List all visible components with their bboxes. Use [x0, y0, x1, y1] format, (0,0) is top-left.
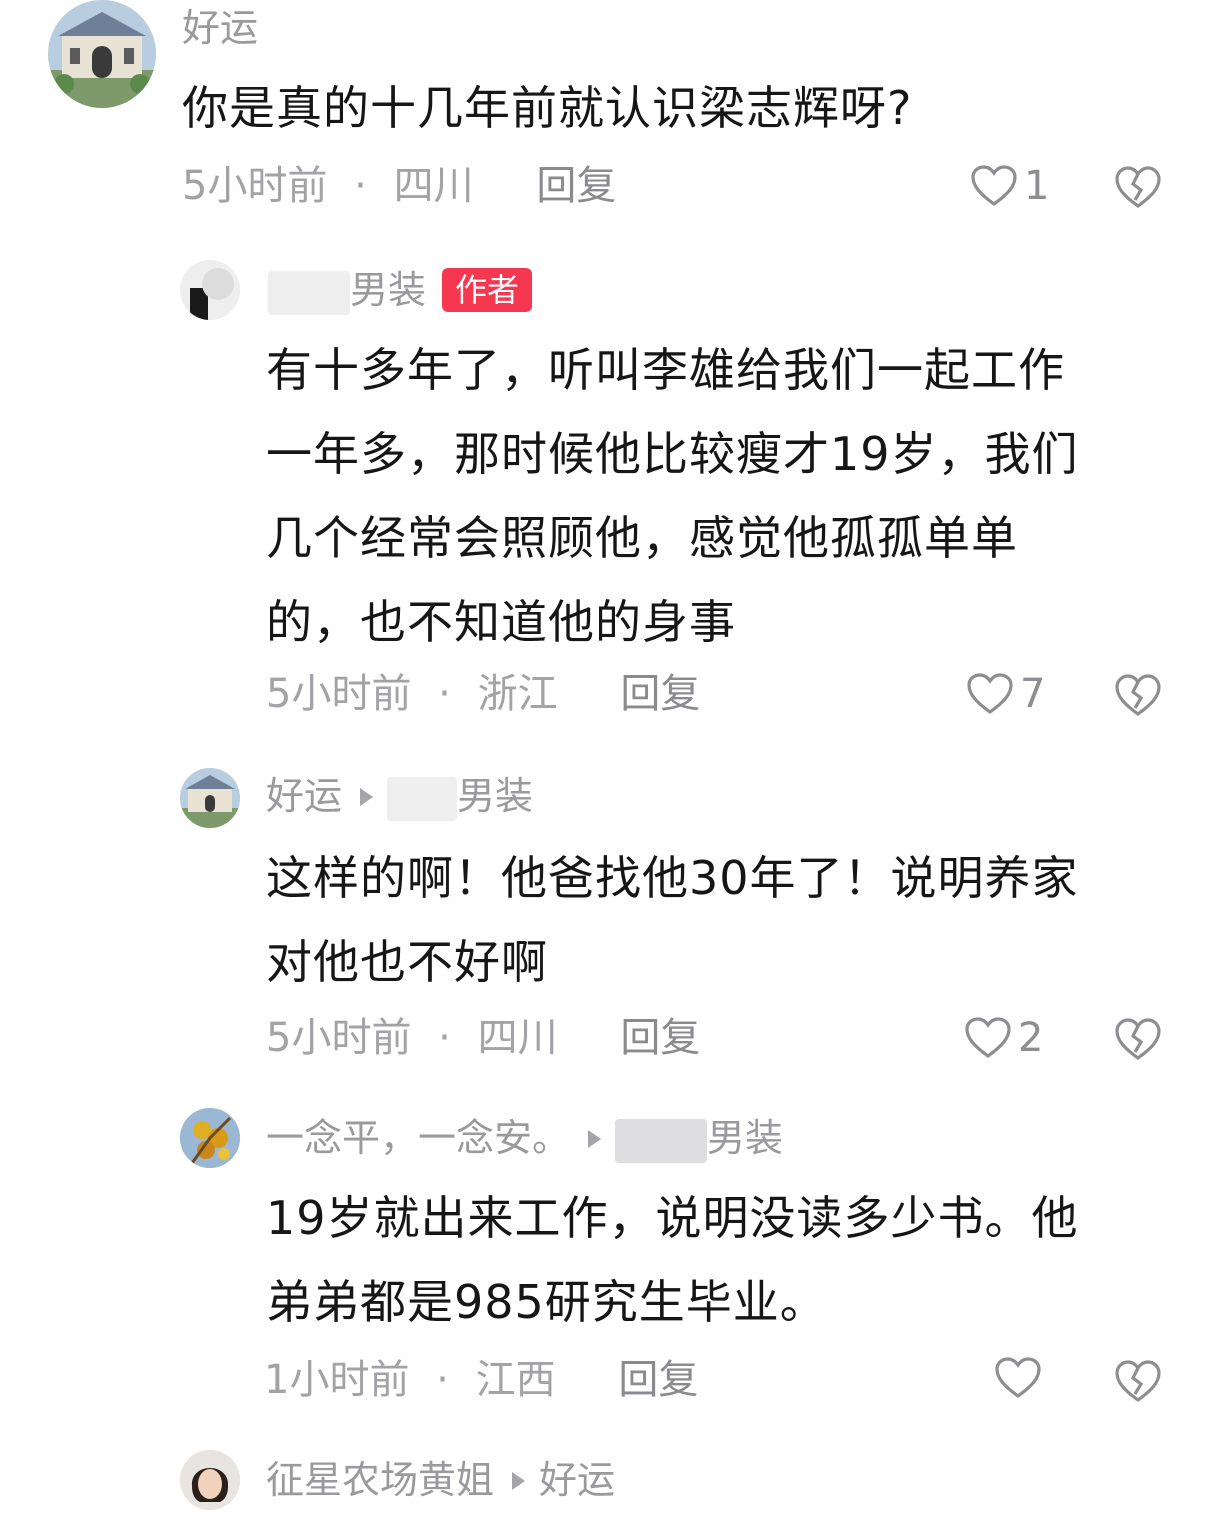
woman-avatar-icon: [180, 1450, 240, 1510]
broken-heart-icon[interactable]: [1114, 1016, 1162, 1062]
comment-meta: 5小时前 · 浙江 回复: [266, 671, 701, 717]
comment-region: 四川: [393, 163, 474, 209]
comment-region: 江西: [475, 1357, 556, 1403]
comment-text: 你是真的十几年前就认识梁志辉呀?: [182, 81, 913, 135]
broken-heart-icon[interactable]: [1114, 672, 1162, 718]
comment-item: 一念平，一念安。 男装 19岁就出来工作，说明没读多少书。他 弟弟都是985研究生…: [0, 1080, 1220, 1440]
reply-arrow-icon: [588, 1129, 602, 1148]
mansion-avatar-icon: [48, 0, 156, 108]
reply-button[interactable]: 回复: [620, 1015, 700, 1061]
reply-button[interactable]: 回复: [620, 671, 700, 717]
like-count: 7: [1020, 671, 1046, 717]
blurred-name: [615, 1118, 708, 1163]
like-button[interactable]: [994, 1356, 1048, 1400]
reply-button[interactable]: 回复: [536, 163, 616, 209]
like-button[interactable]: 2: [964, 1014, 1043, 1062]
heart-icon: [971, 165, 1017, 206]
heart-icon: [967, 673, 1013, 714]
mansion-avatar-icon: [180, 768, 240, 828]
broken-heart-icon[interactable]: [1114, 1358, 1162, 1404]
heart-icon: [995, 1357, 1041, 1398]
dark-avatar-icon: [180, 260, 240, 320]
comment-username[interactable]: 男装 作者: [268, 268, 533, 315]
reply-arrow-icon: [512, 1471, 526, 1490]
user-avatar[interactable]: [180, 1108, 240, 1168]
like-count: 1: [1024, 163, 1050, 209]
user-avatar[interactable]: [48, 0, 156, 108]
comment-item: 好运 男装 这样的啊！他爸找他30年了！说明养家 对他也不好啊 5小时前 · 四川…: [0, 740, 1220, 1080]
comment-region: 四川: [477, 1015, 558, 1061]
comment-item: 征星农场黄姐 好运: [0, 1440, 1220, 1521]
comment-text: 这样的啊！他爸找他30年了！说明养家 对他也不好啊: [266, 851, 1079, 989]
like-button[interactable]: 1: [970, 162, 1049, 210]
broken-heart-icon[interactable]: [1114, 164, 1162, 210]
comment-username[interactable]: 好运: [182, 6, 258, 50]
comment-username[interactable]: 征星农场黄姐 好运: [266, 1458, 615, 1502]
comment-username[interactable]: 好运 男装: [266, 774, 533, 821]
comment-text: 有十多年了，听叫李雄给我们一起工作 一年多，那时候他比较瘦才19岁，我们 几个经…: [266, 343, 1079, 649]
comment-item: 好运 你是真的十几年前就认识梁志辉呀? 5小时前 · 四川 回复 1: [0, 0, 1220, 240]
heart-icon: [965, 1017, 1011, 1058]
comment-region: 浙江: [477, 671, 558, 717]
flower-avatar-icon: [180, 1108, 240, 1168]
comment-item: 男装 作者 有十多年了，听叫李雄给我们一起工作 一年多，那时候他比较瘦才19岁，我…: [0, 240, 1220, 740]
like-button[interactable]: 7: [966, 670, 1045, 718]
blurred-name: [387, 776, 458, 821]
comment-text: 19岁就出来工作，说明没读多少书。他 弟弟都是985研究生毕业。: [266, 1191, 1079, 1329]
comment-meta: 5小时前 · 四川 回复: [182, 163, 617, 209]
user-avatar[interactable]: [180, 260, 240, 320]
reply-arrow-icon: [360, 787, 374, 806]
comment-meta: 1小时前 · 江西 回复: [264, 1357, 699, 1403]
user-avatar[interactable]: [180, 1450, 240, 1510]
comment-username[interactable]: 一念平，一念安。 男装: [266, 1116, 783, 1163]
comment-time: 5小时前: [266, 671, 412, 717]
author-badge: 作者: [442, 268, 533, 312]
reply-button[interactable]: 回复: [618, 1357, 698, 1403]
comment-time: 5小时前: [266, 1015, 412, 1061]
like-count: 2: [1018, 1015, 1044, 1061]
comment-time: 5小时前: [182, 163, 328, 209]
user-avatar[interactable]: [180, 768, 240, 828]
blurred-name: [268, 270, 350, 315]
comment-meta: 5小时前 · 四川 回复: [266, 1015, 701, 1061]
comment-time: 1小时前: [264, 1357, 410, 1403]
